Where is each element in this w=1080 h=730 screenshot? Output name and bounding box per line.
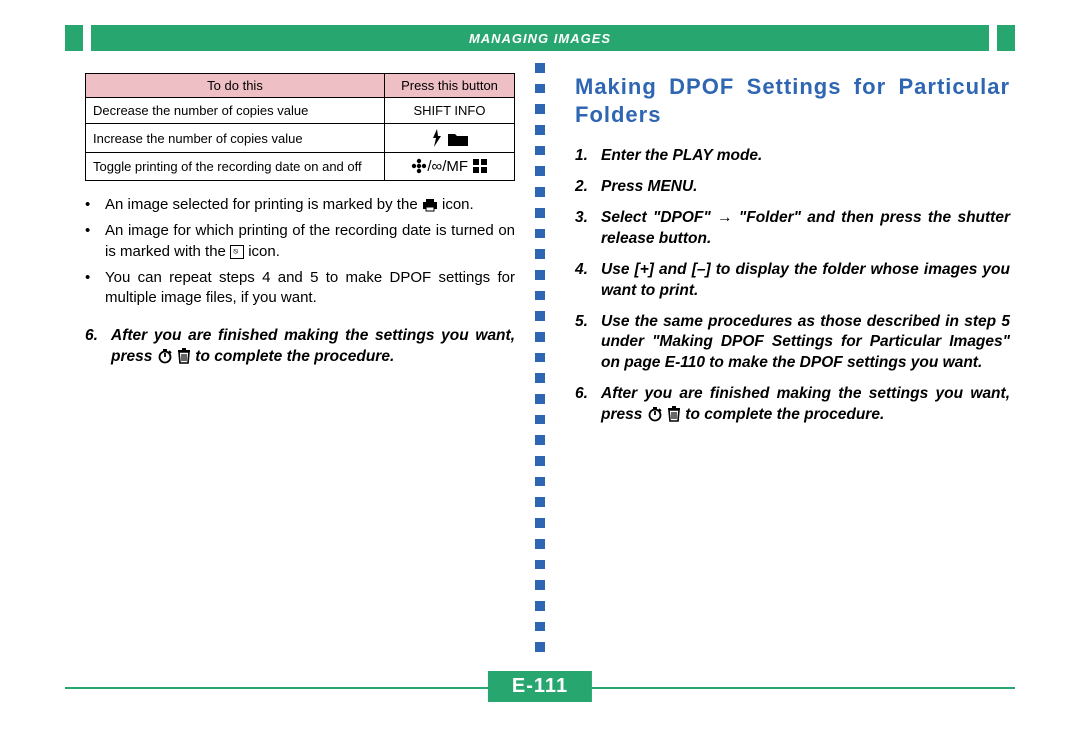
table-cell-action: Increase the number of copies value: [86, 124, 385, 153]
step-text: to complete the procedure.: [195, 348, 394, 365]
folder-icon: [447, 131, 469, 147]
section-title: Making DPOF Settings for Particular Fold…: [575, 73, 1010, 128]
header-title: MANAGING IMAGES: [91, 25, 989, 51]
step-number: 6.: [85, 326, 111, 368]
notes-list: • An image selected for printing is mark…: [85, 195, 515, 308]
timer-icon: [157, 348, 173, 364]
flower-icon: [411, 158, 427, 174]
trash-icon: [177, 348, 191, 364]
table-cell-button: [385, 124, 515, 153]
left-column: To do this Press this button Decrease th…: [65, 63, 525, 663]
table-cell-button: /∞/MF: [385, 153, 515, 181]
note-item: • You can repeat steps 4 and 5 to make D…: [85, 268, 515, 309]
step-item: 3. Select "DPOF" → "Folder" and then pre…: [575, 208, 1010, 250]
step-text: Use [+] and [–] to display the folder wh…: [601, 260, 1010, 302]
note-item: • An image for which printing of the rec…: [85, 221, 515, 262]
flash-icon: [430, 129, 444, 147]
note-text: An image selected for printing is marked…: [105, 196, 422, 213]
table-cell-action: Toggle printing of the recording date on…: [86, 153, 385, 181]
step-item: 6. After you are finished making the set…: [575, 384, 1010, 426]
right-column: Making DPOF Settings for Particular Fold…: [555, 63, 1015, 663]
step-item: 2. Press MENU.: [575, 177, 1010, 198]
manual-page: MANAGING IMAGES To do this Press this bu…: [65, 25, 1015, 705]
table-header-button: Press this button: [385, 74, 515, 98]
step-number: 1.: [575, 146, 601, 167]
bullet-icon: •: [85, 268, 105, 309]
printer-mini-icon: [422, 198, 438, 212]
right-steps: 1. Enter the PLAY mode. 2. Press MENU. 3…: [575, 146, 1010, 426]
date-box-icon: ⎋: [230, 245, 244, 259]
table-row: Decrease the number of copies value SHIF…: [86, 98, 515, 124]
step-text: Use the same procedures as those describ…: [601, 312, 1010, 375]
table-cell-button: SHIFT INFO: [385, 98, 515, 124]
table-header-action: To do this: [86, 74, 385, 98]
step-item: 5. Use the same procedures as those desc…: [575, 312, 1010, 375]
page-number-badge: E-111: [488, 671, 592, 702]
bullet-icon: •: [85, 221, 105, 262]
note-text: You can repeat steps 4 and 5 to make DPO…: [105, 268, 515, 309]
left-steps: 6. After you are finished making the set…: [85, 326, 515, 368]
table-row: Increase the number of copies value: [86, 124, 515, 153]
banner-left-accent: [65, 25, 83, 51]
note-text: icon.: [442, 196, 474, 213]
table-row: Toggle printing of the recording date on…: [86, 153, 515, 181]
step-number: 4.: [575, 260, 601, 302]
step-text: Select "DPOF" → "Folder" and then press …: [601, 208, 1010, 250]
page-footer: E-111: [65, 671, 1015, 705]
step-text: to complete the procedure.: [685, 406, 884, 423]
step-text: Press MENU.: [601, 177, 1010, 198]
banner-right-accent: [997, 25, 1015, 51]
note-text: icon.: [248, 243, 280, 260]
note-item: • An image selected for printing is mark…: [85, 195, 515, 215]
table-cell-action: Decrease the number of copies value: [86, 98, 385, 124]
trash-icon: [667, 406, 681, 422]
step-number: 5.: [575, 312, 601, 375]
step-number: 2.: [575, 177, 601, 198]
note-text: An image for which printing of the recor…: [105, 222, 515, 259]
step-number: 6.: [575, 384, 601, 426]
timer-icon: [647, 406, 663, 422]
button-reference-table: To do this Press this button Decrease th…: [85, 73, 515, 181]
step-text: Enter the PLAY mode.: [601, 146, 1010, 167]
step-item: 1. Enter the PLAY mode.: [575, 146, 1010, 167]
header-banner: MANAGING IMAGES: [65, 25, 1015, 51]
column-divider: [525, 63, 555, 663]
step-item: 6. After you are finished making the set…: [85, 326, 515, 368]
bullet-icon: •: [85, 195, 105, 215]
step-number: 3.: [575, 208, 601, 250]
grid-icon: [472, 158, 488, 174]
step-item: 4. Use [+] and [–] to display the folder…: [575, 260, 1010, 302]
